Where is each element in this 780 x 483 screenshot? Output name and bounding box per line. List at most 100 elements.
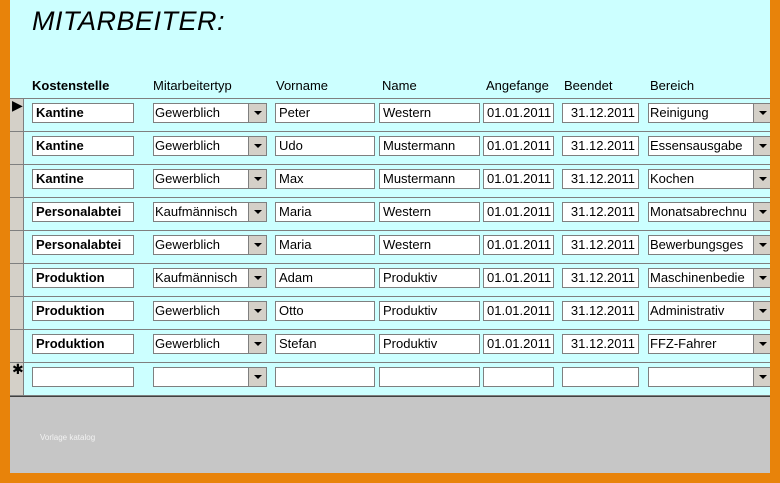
form-window: MITARBEITER: Kostenstelle Mitarbeitertyp… [10,0,770,473]
kostenstelle-field[interactable]: Produktion [32,268,134,288]
record-selector[interactable] [10,264,24,296]
kostenstelle-field[interactable]: Produktion [32,301,134,321]
angefange-field[interactable]: 01.01.2011 [483,301,554,321]
dropdown-arrow-icon[interactable] [248,269,266,287]
bereich-combo[interactable]: Monatsabrechnu [648,202,770,222]
kostenstelle-field[interactable]: Produktion [32,334,134,354]
vorname-field[interactable]: Maria [275,202,375,222]
angefange-field[interactable]: 01.01.2011 [483,268,554,288]
mitarbeitertyp-combo[interactable]: Gewerblich [153,301,267,321]
angefange-field[interactable]: 01.01.2011 [483,136,554,156]
kostenstelle-field[interactable]: Kantine [32,103,134,123]
dropdown-arrow-icon[interactable] [753,335,770,353]
dropdown-arrow-icon[interactable] [248,170,266,188]
record-selector[interactable]: ✱ [10,361,24,395]
vorname-field[interactable]: Peter [275,103,375,123]
bereich-combo[interactable]: Reinigung [648,103,770,123]
mitarbeitertyp-combo[interactable]: Gewerblich [153,334,267,354]
dropdown-arrow-icon[interactable] [753,302,770,320]
mitarbeitertyp-combo-value: Gewerblich [155,303,221,318]
vorname-field[interactable]: Udo [275,136,375,156]
mitarbeitertyp-combo[interactable] [153,367,267,387]
column-header-name: Name [382,78,417,93]
vorname-field[interactable] [275,367,375,387]
name-field[interactable]: Western [379,235,480,255]
name-field[interactable]: Produktiv [379,301,480,321]
dropdown-arrow-icon[interactable] [753,203,770,221]
record-selector[interactable] [10,231,24,263]
beendet-field[interactable] [562,367,639,387]
bereich-combo[interactable]: Bewerbungsges [648,235,770,255]
kostenstelle-field[interactable]: Personalabtei [32,202,134,222]
beendet-field[interactable]: 31.12.2011 [562,202,639,222]
table-row: ▶ Kantine Gewerblich Peter Western 01.01.2011… [10,97,770,132]
beendet-field[interactable]: 31.12.2011 [562,169,639,189]
mitarbeitertyp-combo[interactable]: Kaufmännisch [153,268,267,288]
beendet-field[interactable]: 31.12.2011 [562,268,639,288]
bereich-combo-value: FFZ-Fahrer [650,336,717,351]
dropdown-arrow-icon[interactable] [248,335,266,353]
kostenstelle-field[interactable]: Personalabtei [32,235,134,255]
mitarbeitertyp-combo[interactable]: Gewerblich [153,136,267,156]
bereich-combo[interactable]: Administrativ [648,301,770,321]
record-selector[interactable] [10,165,24,197]
name-field[interactable]: Western [379,103,480,123]
mitarbeitertyp-combo[interactable]: Kaufmännisch [153,202,267,222]
vorname-field[interactable]: Adam [275,268,375,288]
dropdown-arrow-icon[interactable] [248,203,266,221]
bereich-combo-value: Kochen [650,171,695,186]
angefange-field[interactable]: 01.01.2011 [483,334,554,354]
dropdown-arrow-icon[interactable] [753,104,770,122]
dropdown-arrow-icon[interactable] [248,368,266,386]
dropdown-arrow-icon[interactable] [753,368,770,386]
mitarbeitertyp-combo[interactable]: Gewerblich [153,103,267,123]
vorname-field[interactable]: Max [275,169,375,189]
kostenstelle-field[interactable]: Kantine [32,136,134,156]
vorname-field[interactable]: Maria [275,235,375,255]
bereich-combo-value: Administrativ [650,303,725,318]
form-title: MITARBEITER: [32,6,226,36]
vorname-field[interactable]: Stefan [275,334,375,354]
name-field[interactable]: Produktiv [379,268,480,288]
beendet-field[interactable]: 31.12.2011 [562,334,639,354]
angefange-field[interactable]: 01.01.2011 [483,202,554,222]
mitarbeitertyp-combo[interactable]: Gewerblich [153,169,267,189]
bereich-combo[interactable] [648,367,770,387]
table-row: Kantine Gewerblich Max Mustermann 01.01.2011… [10,165,770,198]
name-field[interactable]: Produktiv [379,334,480,354]
angefange-field[interactable]: 01.01.2011 [483,235,554,255]
angefange-field[interactable]: 01.01.2011 [483,103,554,123]
record-selector[interactable] [10,297,24,329]
record-selector[interactable] [10,198,24,230]
dropdown-arrow-icon[interactable] [248,137,266,155]
record-selector[interactable] [10,132,24,164]
bereich-combo[interactable]: Kochen [648,169,770,189]
mitarbeitertyp-combo[interactable]: Gewerblich [153,235,267,255]
dropdown-arrow-icon[interactable] [248,236,266,254]
dropdown-arrow-icon[interactable] [753,170,770,188]
angefange-field[interactable]: 01.01.2011 [483,169,554,189]
beendet-field[interactable]: 31.12.2011 [562,235,639,255]
name-field[interactable]: Mustermann [379,136,480,156]
kostenstelle-field[interactable]: Kantine [32,169,134,189]
bereich-combo[interactable]: FFZ-Fahrer [648,334,770,354]
dropdown-arrow-icon[interactable] [753,236,770,254]
kostenstelle-field[interactable] [32,367,134,387]
new-record-row: ✱ [10,361,770,396]
name-field[interactable]: Western [379,202,480,222]
beendet-field[interactable]: 31.12.2011 [562,103,639,123]
record-selector[interactable]: ▶ [10,97,24,131]
name-field[interactable] [379,367,480,387]
dropdown-arrow-icon[interactable] [753,269,770,287]
vorname-field[interactable]: Otto [275,301,375,321]
beendet-field[interactable]: 31.12.2011 [562,301,639,321]
name-field[interactable]: Mustermann [379,169,480,189]
record-selector[interactable] [10,330,24,362]
dropdown-arrow-icon[interactable] [248,104,266,122]
beendet-field[interactable]: 31.12.2011 [562,136,639,156]
dropdown-arrow-icon[interactable] [248,302,266,320]
angefange-field[interactable] [483,367,554,387]
bereich-combo[interactable]: Maschinenbedie [648,268,770,288]
bereich-combo[interactable]: Essensausgabe [648,136,770,156]
dropdown-arrow-icon[interactable] [753,137,770,155]
